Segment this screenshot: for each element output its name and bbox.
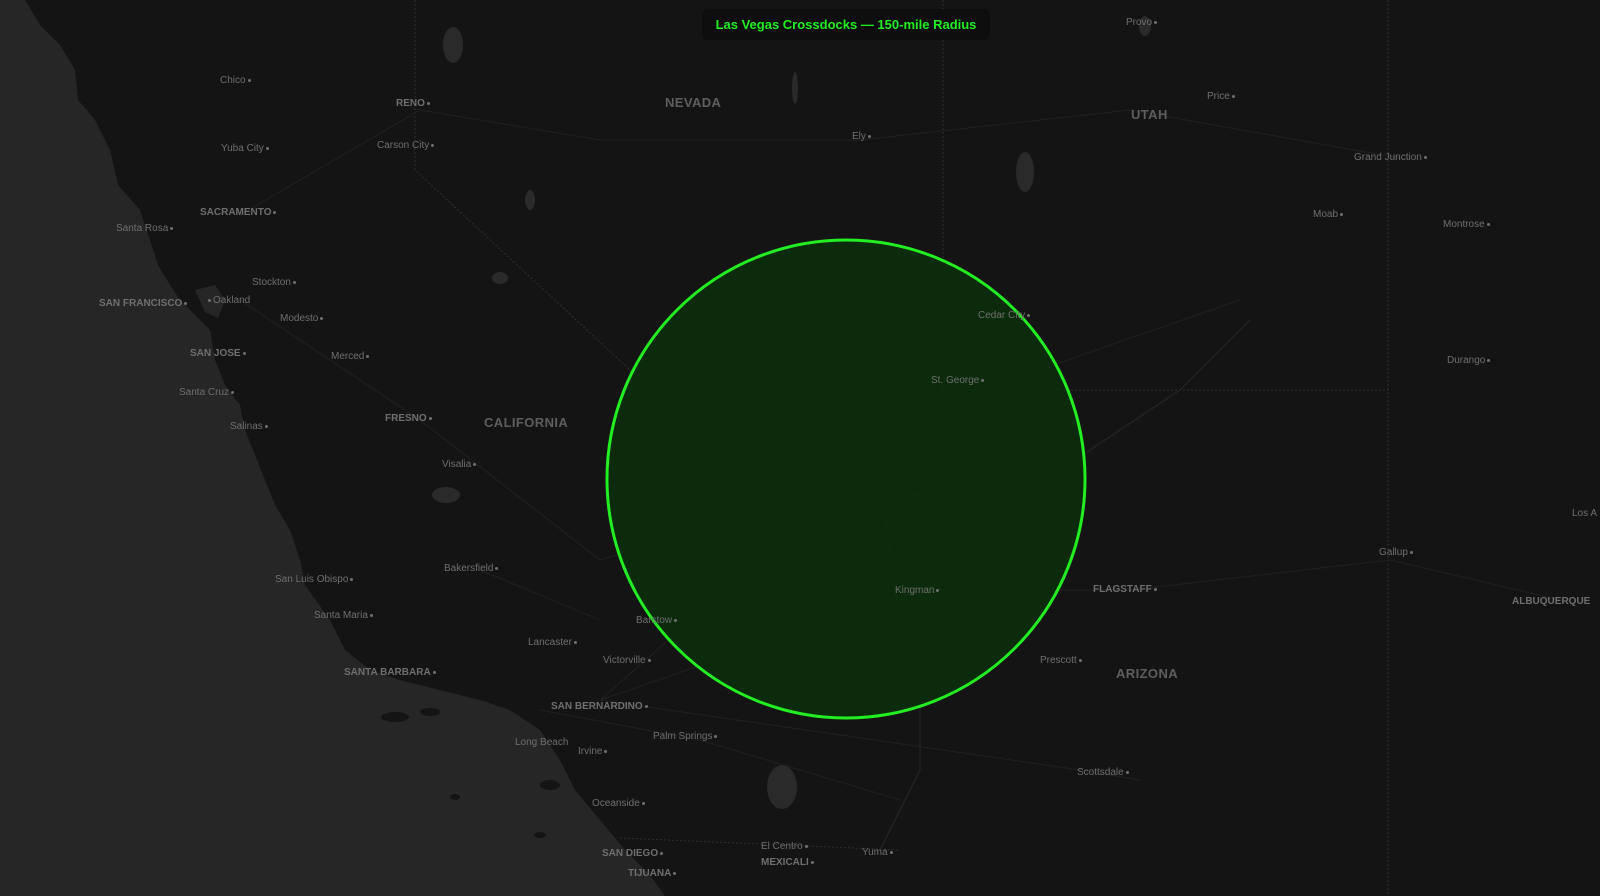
city-label: Carson City bbox=[377, 140, 436, 152]
city-label: Palm Springs bbox=[653, 731, 719, 743]
city-label: Merced bbox=[331, 351, 371, 363]
state-label-california: CALIFORNIA bbox=[484, 415, 569, 430]
city-label: Modesto bbox=[280, 313, 325, 325]
city-label: Gallup bbox=[1379, 547, 1415, 559]
city-label: Montrose bbox=[1443, 219, 1492, 231]
city-label: Yuma bbox=[862, 847, 895, 859]
map-view[interactable]: Las Vegas Crossdocks — 150-mile Radius N… bbox=[0, 0, 1600, 896]
city-label: ALBUQUERQUE bbox=[1512, 596, 1591, 607]
state-label-arizona: ARIZONA bbox=[1116, 666, 1179, 681]
city-label: Oceanside bbox=[592, 798, 647, 810]
city-label: SAN DIEGO bbox=[602, 848, 665, 860]
city-label: Victorville bbox=[603, 655, 653, 667]
city-label: Scottsdale bbox=[1077, 767, 1131, 779]
city-label: SAN JOSE bbox=[190, 348, 248, 360]
city-label: SAN BERNARDINO bbox=[551, 701, 650, 713]
city-label: Grand Junction bbox=[1354, 152, 1429, 164]
city-label: Santa Rosa bbox=[116, 223, 175, 235]
state-label-utah: UTAH bbox=[1131, 107, 1168, 122]
city-label: SANTA BARBARA bbox=[344, 667, 438, 679]
city-label: Santa Cruz bbox=[179, 387, 236, 399]
city-label: Lancaster bbox=[528, 637, 579, 649]
basemap bbox=[0, 0, 1600, 896]
city-label: Durango bbox=[1447, 355, 1492, 367]
city-label: MEXICALI bbox=[761, 857, 816, 869]
city-label: Barstow bbox=[636, 615, 679, 627]
city-label: El Centro bbox=[761, 841, 810, 853]
city-label: Long Beach bbox=[515, 737, 569, 748]
city-label: Prescott bbox=[1040, 655, 1084, 667]
city-label: RENO bbox=[396, 98, 432, 110]
city-label: SACRAMENTO bbox=[200, 207, 278, 219]
state-label-nevada: NEVADA bbox=[665, 95, 722, 110]
city-label: Santa Maria bbox=[314, 610, 375, 622]
city-label: Kingman bbox=[895, 585, 941, 597]
city-label: Yuba City bbox=[221, 143, 271, 155]
city-label: Bakersfield bbox=[444, 563, 500, 575]
city-label: FRESNO bbox=[385, 413, 434, 425]
city-label: Ely bbox=[852, 131, 873, 143]
city-label: Cedar City bbox=[978, 310, 1032, 322]
city-label: Irvine bbox=[578, 746, 609, 758]
city-label: Price bbox=[1207, 91, 1237, 103]
city-label: Visalia bbox=[442, 459, 478, 471]
city-label: FLAGSTAFF bbox=[1093, 584, 1159, 596]
city-label: TIJUANA bbox=[628, 868, 678, 880]
city-label: Los A bbox=[1572, 508, 1598, 519]
map-title: Las Vegas Crossdocks — 150-mile Radius bbox=[702, 9, 990, 40]
city-label: Oakland bbox=[206, 295, 250, 307]
city-label: Chico bbox=[220, 75, 253, 87]
city-label: Moab bbox=[1313, 209, 1345, 221]
city-label: SAN FRANCISCO bbox=[99, 298, 189, 310]
city-label: Salinas bbox=[230, 421, 270, 433]
city-label: San Luis Obispo bbox=[275, 574, 355, 586]
city-label: Provo bbox=[1126, 17, 1159, 29]
city-label: St. George bbox=[931, 375, 986, 387]
city-label: Stockton bbox=[252, 277, 298, 289]
